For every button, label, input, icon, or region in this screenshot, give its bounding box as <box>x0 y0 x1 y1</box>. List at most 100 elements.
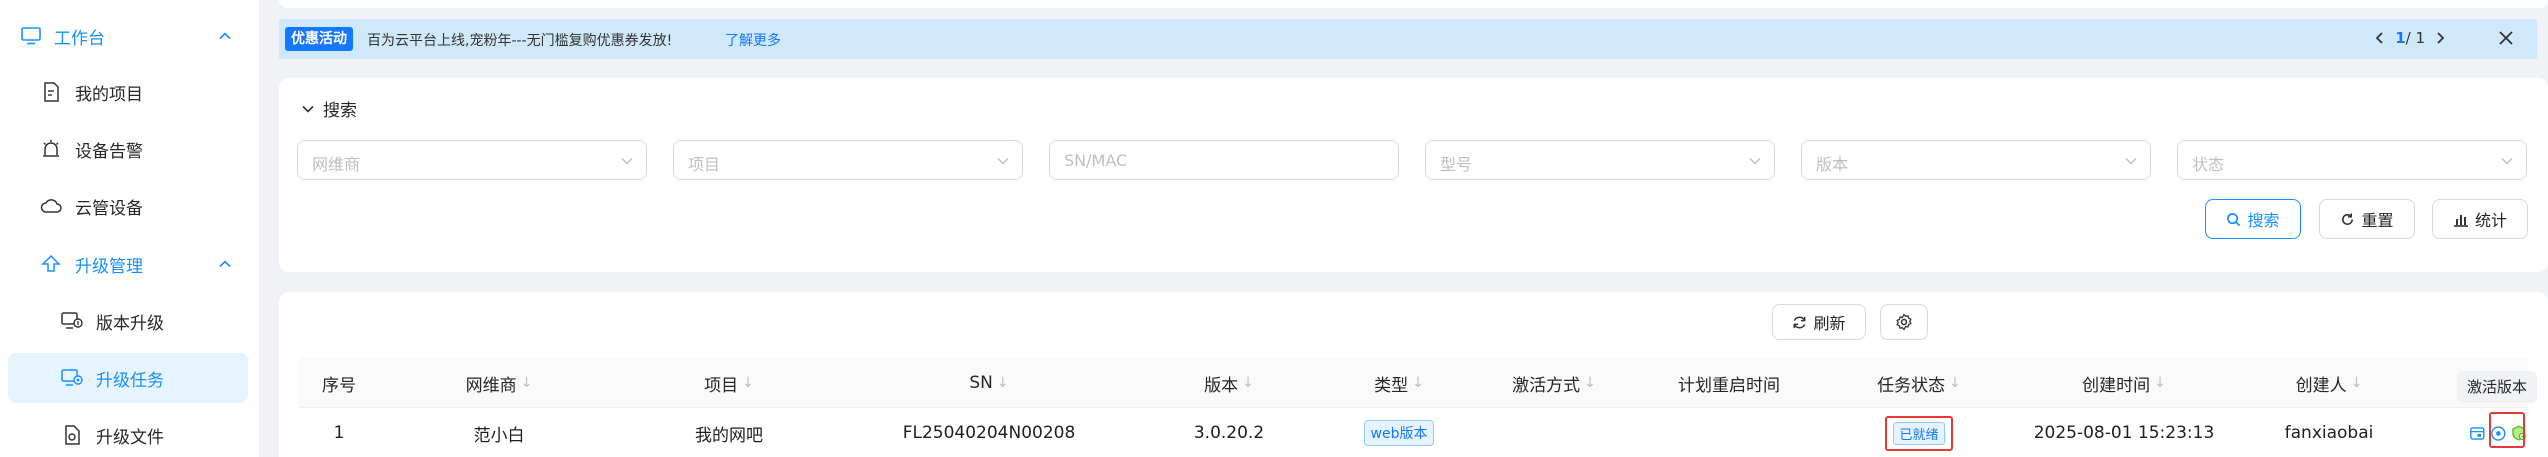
col-project[interactable]: 项目 ↓ <box>619 358 839 408</box>
sidebar-item-label: 设备告警 <box>75 141 143 162</box>
sidebar-item-upgrade-files[interactable]: 升级文件 <box>0 410 259 457</box>
status-highlight: 已就绪 <box>1885 415 1953 451</box>
sidebar: 工作台 我的项目 设备告警 云管设备 升级管理 版本升级 升级任务 升级文件 <box>0 0 259 457</box>
sidebar-item-upgrade-management[interactable]: 升级管理 <box>0 239 259 289</box>
search-button-label: 搜索 <box>2247 211 2280 230</box>
vendor-placeholder: 网维商 <box>312 155 361 174</box>
sort-icon: ↓ <box>1949 375 1961 391</box>
sort-icon: ↓ <box>2350 375 2363 391</box>
chevron-down-icon <box>2125 157 2137 165</box>
sidebar-item-label: 升级管理 <box>75 256 143 277</box>
chevron-down-icon <box>302 105 314 113</box>
reset-icon <box>2342 212 2354 225</box>
sort-icon: ↓ <box>2154 375 2166 391</box>
search-toggle[interactable]: 搜索 <box>301 96 357 121</box>
refresh-button[interactable]: 刷新 <box>1772 304 1866 340</box>
pager-current: 1 <box>2395 29 2406 47</box>
col-sn[interactable]: SN ↓ <box>839 358 1139 408</box>
cell-vendor: 范小白 <box>473 425 525 446</box>
column-settings-button[interactable] <box>1880 304 1928 340</box>
col-vendor[interactable]: 网维商 ↓ <box>379 358 619 408</box>
banner-pager: 1/ 1 <box>2375 29 2445 47</box>
vendor-select[interactable]: 网维商 <box>297 140 647 180</box>
sidebar-item-label: 版本升级 <box>96 313 164 334</box>
sort-icon: ↓ <box>1242 375 1254 391</box>
status-select[interactable]: 状态 <box>2177 140 2527 180</box>
version-select[interactable]: 版本 <box>1801 140 2151 180</box>
cell-creator: fanxiaobai <box>2284 423 2374 443</box>
reset-button[interactable]: 重置 <box>2319 199 2415 239</box>
sort-icon: ↓ <box>520 375 533 391</box>
table-header: 序号 网维商 ↓ 项目 ↓ SN ↓ 版本 ↓ 类型 ↓ 激活方式 ↓ 计划重启时间 任务状… <box>299 358 2528 408</box>
sidebar-item-label: 升级文件 <box>96 427 164 448</box>
model-placeholder: 型号 <box>1440 155 1473 174</box>
sidebar-item-cloud-devices[interactable]: 云管设备 <box>0 181 259 231</box>
search-button[interactable]: 搜索 <box>2205 199 2301 239</box>
bar-chart-icon <box>2453 214 2468 227</box>
sn-mac-input[interactable]: SN/MAC <box>1049 140 1399 180</box>
version-upgrade-icon <box>61 310 83 332</box>
close-icon[interactable] <box>2497 29 2515 47</box>
monitor-icon <box>20 25 42 47</box>
chevron-down-icon <box>1749 157 1761 165</box>
pager-total: / 1 <box>2405 29 2425 47</box>
device-detail-icon[interactable] <box>2469 425 2486 442</box>
col-version[interactable]: 版本 ↓ <box>1139 358 1319 408</box>
sidebar-item-label: 升级任务 <box>96 370 164 391</box>
col-activation[interactable]: 激活方式 ↓ <box>1479 358 1629 408</box>
chevron-up-icon[interactable] <box>218 257 232 271</box>
chevron-right-icon[interactable] <box>2435 31 2445 45</box>
project-placeholder: 项目 <box>688 155 721 174</box>
refresh-button-label: 刷新 <box>1813 314 1846 333</box>
cell-status: 已就绪 <box>1829 408 2009 457</box>
sidebar-item-device-alarm[interactable]: 设备告警 <box>0 124 259 174</box>
project-select[interactable]: 项目 <box>673 140 1023 180</box>
project-icon <box>40 81 62 103</box>
sidebar-item-version-upgrade[interactable]: 版本升级 <box>0 296 259 346</box>
chevron-up-icon[interactable] <box>218 29 232 43</box>
chevron-left-icon[interactable] <box>2375 31 2385 45</box>
chevron-down-icon <box>997 157 1009 165</box>
sort-icon: ↓ <box>1412 375 1424 391</box>
sidebar-item-upgrade-tasks[interactable]: 升级任务 <box>8 353 248 403</box>
col-index: 序号 <box>322 375 356 396</box>
main-content: 优惠活动 百为云平台上线,宠粉年---无门槛复购优惠券发放! 了解更多 1/ 1… <box>259 0 2548 457</box>
cell-reboot-time <box>1629 408 1829 457</box>
model-select[interactable]: 型号 <box>1425 140 1775 180</box>
col-creator[interactable]: 创建人 ↓ <box>2239 358 2419 408</box>
refresh-icon <box>1794 316 1806 328</box>
cell-sn: FL25040204N00208 <box>902 423 1076 443</box>
gear-icon <box>1896 313 1912 331</box>
sort-icon: ↓ <box>742 375 754 391</box>
task-table-panel: 刷新 序号 网维商 ↓ 项目 ↓ SN ↓ 版本 ↓ 类型 ↓ 激活方式 ↓ 计划重启时间 … <box>279 292 2548 457</box>
sidebar-item-label: 云管设备 <box>75 198 143 219</box>
sidebar-item-my-projects[interactable]: 我的项目 <box>0 67 259 117</box>
cloud-icon <box>40 195 62 217</box>
table-row: 1 范小白 我的网吧 FL25040204N00208 3.0.20.2 web… <box>299 408 2528 457</box>
file-icon <box>61 424 83 446</box>
promo-message: 百为云平台上线,宠粉年---无门槛复购优惠券发放! <box>367 33 673 49</box>
status-placeholder: 状态 <box>2192 155 2225 174</box>
col-reboot-time: 计划重启时间 <box>1678 375 1780 396</box>
promo-tag: 优惠活动 <box>285 27 353 51</box>
cell-version: 3.0.20.2 <box>1193 423 1265 443</box>
sort-icon: ↓ <box>996 375 1009 391</box>
learn-more-link[interactable]: 了解更多 <box>725 30 781 50</box>
task-icon <box>61 367 83 389</box>
type-tag: web版本 <box>1363 420 1435 446</box>
col-status[interactable]: 任务状态 ↓ <box>1829 358 2009 408</box>
status-badge: 已就绪 <box>1893 421 1945 445</box>
top-card-edge <box>279 0 2548 8</box>
chevron-down-icon <box>621 157 633 165</box>
sidebar-item-workbench[interactable]: 工作台 <box>0 11 259 61</box>
col-created-at[interactable]: 创建时间 ↓ <box>2009 358 2239 408</box>
search-icon <box>2227 212 2241 226</box>
cell-project: 我的网吧 <box>695 425 763 446</box>
promo-banner: 优惠活动 百为云平台上线,宠粉年---无门槛复购优惠券发放! 了解更多 1/ 1 <box>279 19 2537 59</box>
statistics-button[interactable]: 统计 <box>2432 199 2528 239</box>
upgrade-icon <box>40 253 62 275</box>
cell-type: web版本 <box>1319 408 1479 457</box>
col-type[interactable]: 类型 ↓ <box>1319 358 1479 408</box>
sort-icon: ↓ <box>1584 375 1596 391</box>
search-title: 搜索 <box>323 101 357 121</box>
